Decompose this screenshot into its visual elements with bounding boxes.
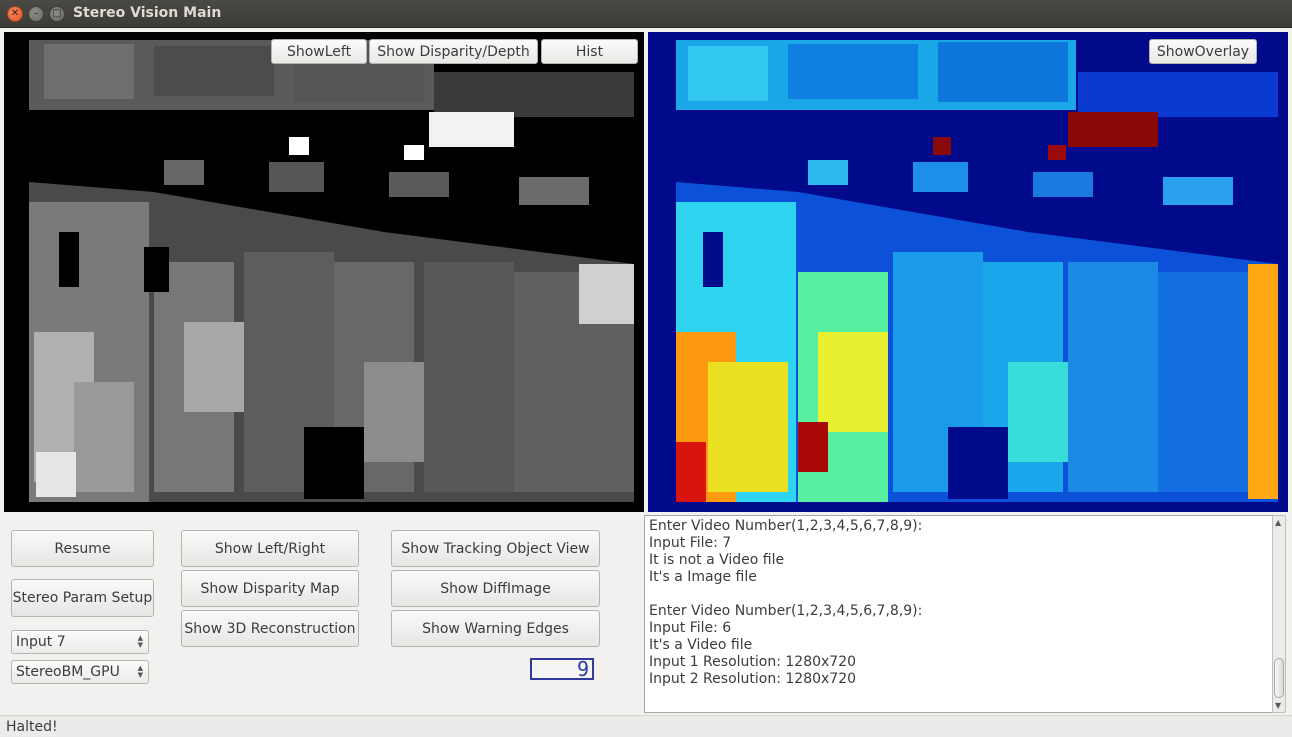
show-warning-edges-button[interactable]: Show Warning Edges	[391, 610, 600, 647]
disparity-view[interactable]: ShowLeft Show Disparity/Depth Hist	[4, 32, 644, 512]
log-line: Enter Video Number(1,2,3,4,5,6,7,8,9):	[649, 518, 923, 534]
stereo-param-setup-button[interactable]: Stereo Param Setup	[11, 579, 154, 617]
algorithm-select-value: StereoBM_GPU	[16, 664, 120, 680]
show-left-button[interactable]: ShowLeft	[271, 39, 367, 64]
resume-button[interactable]: Resume	[11, 530, 154, 567]
log-output[interactable]: Enter Video Number(1,2,3,4,5,6,7,8,9): In…	[644, 515, 1284, 713]
log-line: It's a Video file	[649, 637, 753, 653]
log-text: Enter Video Number(1,2,3,4,5,6,7,8,9): In…	[649, 518, 922, 688]
show-overlay-button[interactable]: ShowOverlay	[1149, 39, 1257, 64]
lcd-number-display: 9	[530, 658, 594, 680]
log-line: Input File: 6	[649, 620, 732, 636]
depth-overlay-view[interactable]: ShowOverlay	[648, 32, 1288, 512]
show-disparity-depth-button[interactable]: Show Disparity/Depth	[369, 39, 538, 64]
scroll-thumb[interactable]	[1274, 658, 1284, 698]
depth-overlay-image	[648, 32, 1288, 512]
window-title: Stereo Vision Main	[73, 5, 222, 21]
log-line: It's a Image file	[649, 569, 757, 585]
spin-arrows-icon: ▲ ▼	[137, 664, 143, 679]
close-window-button[interactable]: ✕	[7, 6, 23, 22]
log-line: Enter Video Number(1,2,3,4,5,6,7,8,9):	[649, 603, 923, 619]
input-select[interactable]: Input 7 ▲ ▼	[11, 630, 149, 654]
maximize-window-button[interactable]: □	[49, 6, 65, 22]
disparity-image	[4, 32, 644, 512]
show-disparity-map-button[interactable]: Show Disparity Map	[181, 570, 359, 607]
log-scrollbar[interactable]: ▲ ▼	[1272, 515, 1286, 713]
show-left-right-button[interactable]: Show Left/Right	[181, 530, 359, 567]
status-text: Halted!	[6, 719, 58, 735]
scroll-down-icon[interactable]: ▼	[1275, 701, 1281, 710]
title-bar: ✕ – □ Stereo Vision Main	[0, 0, 1292, 28]
log-line: Input 2 Resolution: 1280x720	[649, 671, 857, 687]
spin-arrows-icon: ▲ ▼	[137, 634, 143, 649]
algorithm-select[interactable]: StereoBM_GPU ▲ ▼	[11, 660, 149, 684]
status-bar: Halted!	[0, 715, 1292, 737]
show-diff-image-button[interactable]: Show DiffImage	[391, 570, 600, 607]
hist-button[interactable]: Hist	[541, 39, 638, 64]
minimize-window-button[interactable]: –	[28, 6, 44, 22]
log-line: Input 1 Resolution: 1280x720	[649, 654, 857, 670]
show-tracking-object-view-button[interactable]: Show Tracking Object View	[391, 530, 600, 567]
log-line: It is not a Video file	[649, 552, 785, 568]
input-select-value: Input 7	[16, 634, 66, 650]
log-line: Input File: 7	[649, 535, 732, 551]
show-3d-reconstruction-button[interactable]: Show 3D Reconstruction	[181, 610, 359, 647]
scroll-up-icon[interactable]: ▲	[1275, 518, 1281, 527]
